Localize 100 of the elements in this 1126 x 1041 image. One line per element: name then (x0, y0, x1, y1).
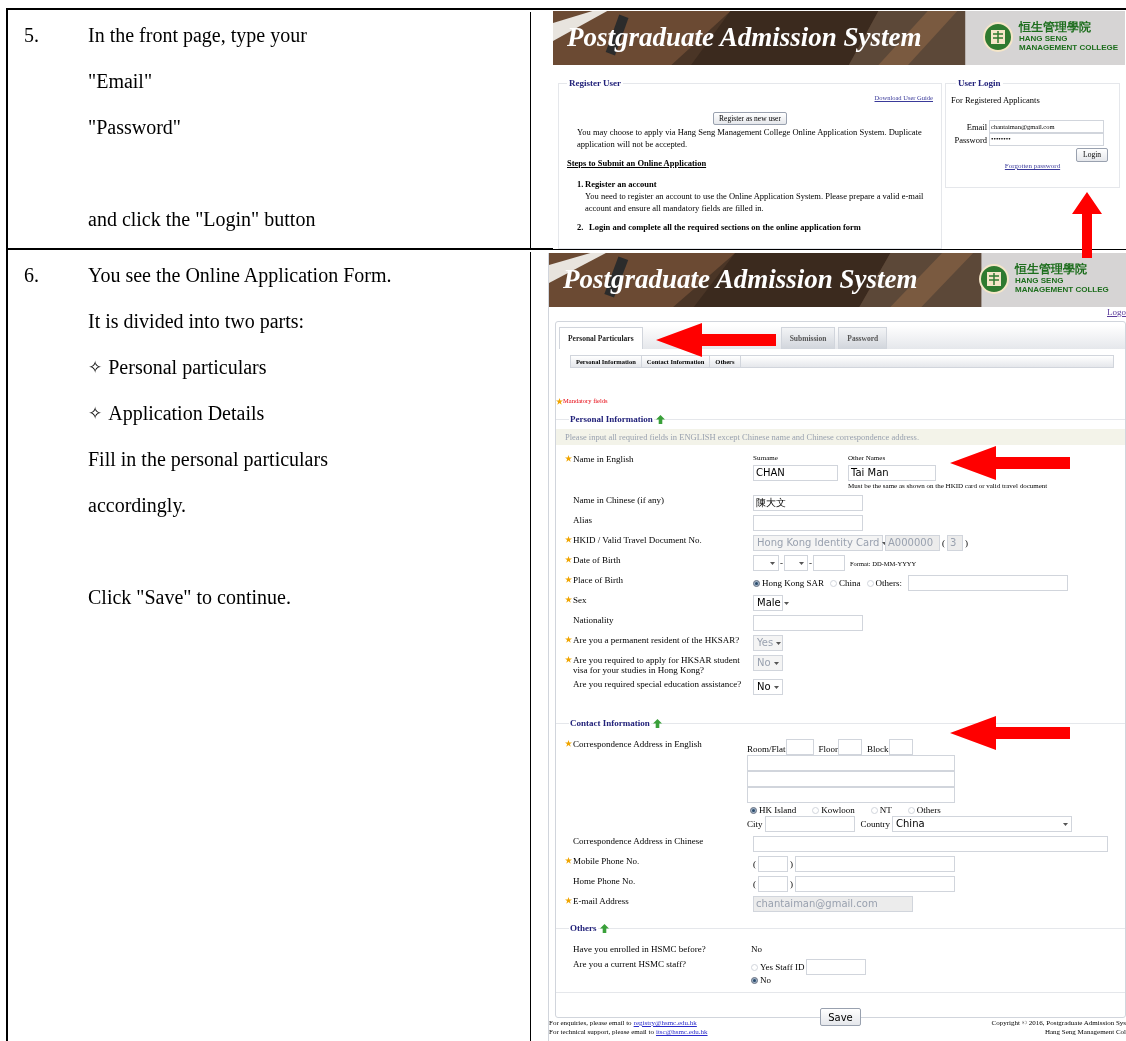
instruction-text: In the front page, type your (88, 23, 308, 49)
step-number: 6. (23, 263, 40, 288)
input-field[interactable] (908, 575, 1068, 591)
radio-button[interactable] (750, 807, 757, 814)
save-button[interactable]: Save (820, 1008, 861, 1026)
field-label: Are you required special education assistance? (573, 679, 742, 689)
field-label: Correspondence Address in English (573, 739, 702, 749)
college-english-name: MANAGEMENT COLLEG (1015, 285, 1109, 294)
radio-button[interactable] (753, 579, 760, 587)
bullet-symbol: ✧ (88, 356, 103, 379)
instruction-text: You see the Online Application Form. (88, 263, 392, 289)
instruction-text: "Password" (88, 115, 182, 140)
dropdown[interactable] (784, 555, 808, 571)
input-field[interactable] (795, 856, 955, 872)
up-arrow-icon (599, 924, 609, 933)
field-label: Are you a current HSMC staff? (573, 959, 687, 969)
step-title: Register an account (585, 178, 658, 190)
field-label: Nationality (573, 615, 614, 625)
input-field[interactable] (785, 739, 814, 755)
input-field[interactable] (747, 787, 955, 803)
field-label: E-mail Address (573, 896, 629, 906)
input-field[interactable] (764, 816, 855, 832)
input-field[interactable]: Tai Man (848, 465, 936, 481)
caret-icon (774, 661, 779, 665)
step-number: 2. (577, 221, 585, 233)
input-field[interactable]: 陳大文 (753, 495, 863, 511)
field-caption: Room/Flat (747, 744, 786, 755)
field-caption: City (747, 818, 763, 830)
caret-icon (799, 561, 804, 565)
login-subtitle: For Registered Applicants (951, 94, 1041, 106)
step-number: 5. (23, 23, 40, 48)
caret-icon (882, 541, 888, 545)
fieldset-legend: User Login (956, 77, 1003, 89)
input-field[interactable] (806, 959, 867, 975)
input-field[interactable] (758, 876, 788, 892)
radio-label: No (760, 975, 771, 986)
section-heading: Contact Information (569, 718, 651, 729)
field-caption: Country (860, 818, 891, 830)
radio-label: NT (879, 805, 892, 816)
input-field[interactable] (747, 771, 955, 787)
dropdown[interactable]: No (753, 679, 783, 695)
field-caption: Floor (818, 744, 839, 755)
college-chinese-name: 恒生管理學院 (1019, 21, 1092, 34)
radio-label: Hong Kong SAR (762, 577, 824, 589)
input-field[interactable] (838, 739, 863, 755)
field-label: Correspondence Address in Chinese (573, 836, 704, 846)
college-english-name: MANAGEMENT COLLEGE (1019, 43, 1119, 52)
caret-icon (770, 561, 775, 565)
input-field[interactable] (888, 739, 913, 755)
field-label: Date of Birth (573, 555, 621, 565)
field-label: Place of Birth (573, 575, 623, 585)
field-label: Have you enrolled in HSMC before? (573, 944, 706, 954)
dropdown[interactable] (753, 555, 779, 571)
bullet-symbol: ✧ (88, 402, 103, 425)
field-label: Home Phone No. (573, 876, 636, 886)
input-field[interactable] (753, 836, 1108, 852)
field-label: Password (953, 133, 988, 146)
bracket-text: ) (790, 878, 793, 890)
instruction-text: Application Details (108, 401, 265, 427)
logout-link[interactable]: Logo (1107, 307, 1126, 321)
college-english-name: HANG SENG (1019, 34, 1069, 43)
section-heading: Others (569, 923, 598, 934)
separator-text: - (780, 557, 783, 569)
up-arrow-icon (655, 415, 665, 424)
input-field[interactable] (813, 555, 845, 571)
college-logo-icon (983, 21, 1013, 52)
field-label: Are you required to apply for HKSAR student visa for your studies in Hong Kong? (573, 655, 741, 675)
steps-heading: Steps to Submit an Online Application (567, 157, 708, 169)
dropdown[interactable]: China (892, 816, 1073, 832)
radio-label: Others: (875, 577, 902, 589)
instruction-text: "Email" (88, 69, 154, 94)
field-label: Name in Chinese (if any) (573, 495, 664, 505)
separator-text: - (809, 557, 812, 569)
register-note: You may choose to apply via Hang Seng Management College Online Application System. Duplicate application will not be accepted. (576, 126, 923, 150)
field-label: Mobile Phone No. (573, 856, 640, 866)
input-field[interactable] (753, 615, 863, 631)
section-hint: Please input all required fields in ENGLISH except Chinese name and Chinese correspondence address. (565, 431, 920, 443)
input-field[interactable] (747, 755, 955, 771)
input-field[interactable] (753, 515, 863, 531)
radio-label: Others (916, 805, 941, 816)
college-chinese-name: 恒生管理學院 (1015, 263, 1088, 276)
field-label: Sex (573, 595, 587, 605)
bracket-text: ( (753, 878, 756, 890)
instruction-text: accordingly. (88, 493, 188, 519)
input-field[interactable]: CHAN (753, 465, 838, 481)
field-label: Email (965, 120, 988, 133)
radio-button[interactable] (751, 977, 758, 984)
input-field[interactable] (758, 856, 788, 872)
input-field[interactable] (795, 876, 955, 892)
radio-label: HK Island (759, 805, 797, 816)
field-label: Name in English (573, 454, 634, 464)
banner-title: Postgraduate Admission System (563, 263, 918, 296)
bracket-text: ( (942, 537, 945, 549)
bracket-text: ) (790, 858, 793, 870)
bracket-text: ( (753, 858, 756, 870)
instruction-text: Personal particulars (108, 355, 267, 381)
section-heading: Personal Information (569, 414, 654, 425)
caret-icon (774, 685, 779, 689)
step-title: Login and complete all the required sections on the online application form (589, 221, 861, 233)
field-label: HKID / Valid Travel Document No. (573, 535, 702, 545)
